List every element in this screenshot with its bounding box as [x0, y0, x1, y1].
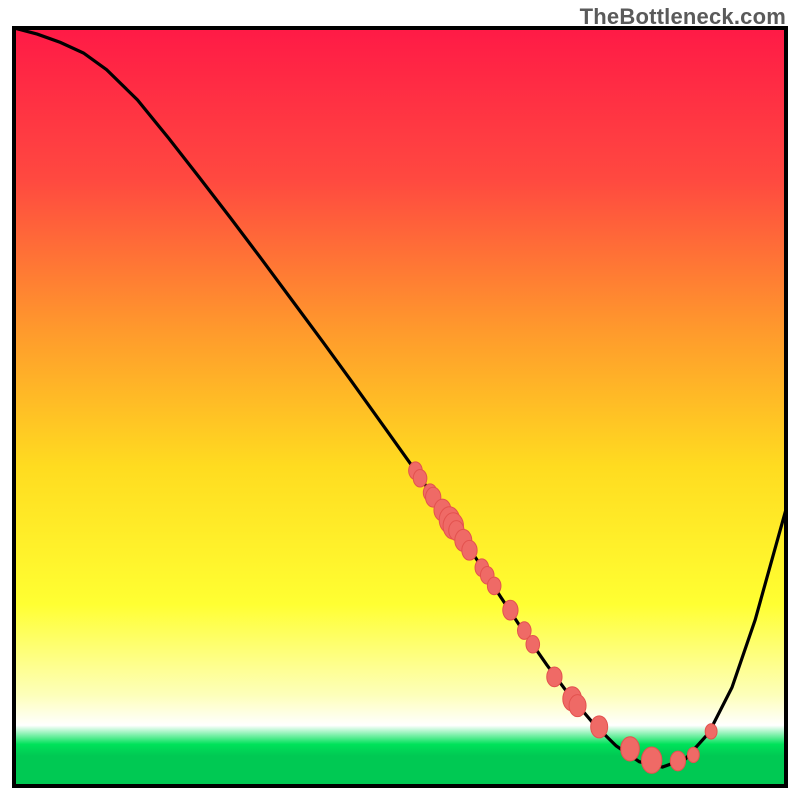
data-marker [547, 667, 562, 687]
watermark-text: TheBottleneck.com [580, 4, 786, 30]
data-marker [687, 747, 699, 762]
chart-container: TheBottleneck.com [0, 0, 800, 800]
data-marker [641, 747, 661, 773]
plot-background [14, 28, 786, 786]
bottleneck-chart [0, 0, 800, 800]
data-marker [569, 695, 586, 717]
data-marker [705, 724, 717, 739]
data-marker [413, 469, 427, 487]
data-marker [591, 716, 608, 738]
data-marker [526, 635, 540, 653]
data-marker [670, 751, 685, 771]
data-marker [487, 577, 501, 595]
data-marker [621, 737, 640, 761]
data-marker [462, 540, 477, 560]
data-marker [503, 600, 518, 620]
